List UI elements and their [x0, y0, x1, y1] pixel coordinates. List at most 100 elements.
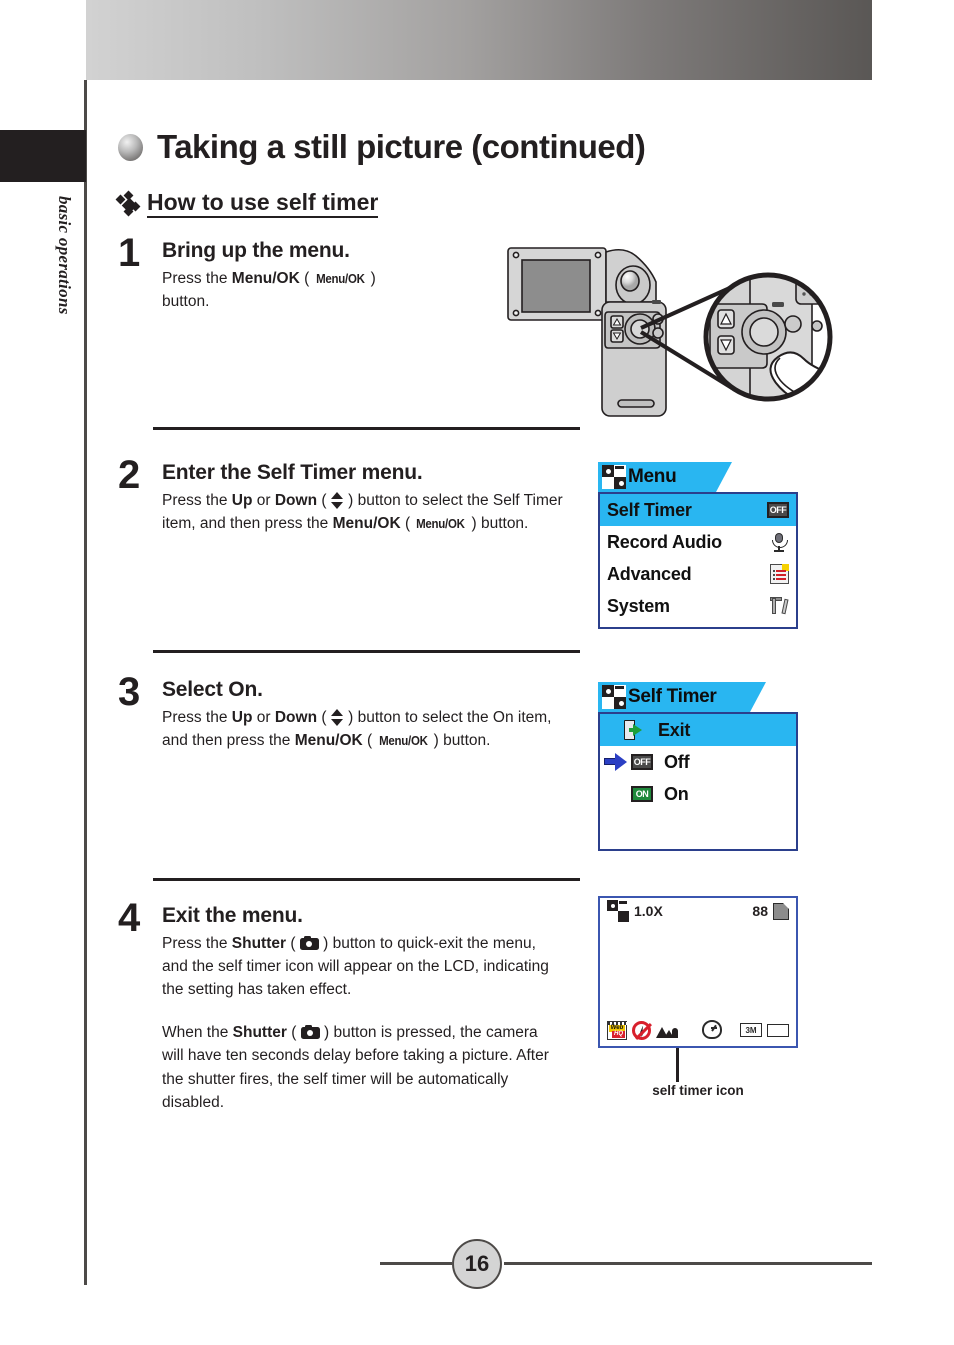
shutter-camera-icon — [300, 1025, 320, 1040]
step-4-bold-shutter: Shutter — [231, 935, 287, 953]
resolution-badge-icon: 3M — [740, 1023, 762, 1037]
memory-card-icon — [773, 902, 789, 920]
step-3-t5: ( — [362, 732, 377, 750]
list-page-icon — [770, 564, 789, 584]
microphone-icon — [769, 532, 789, 552]
step-divider-2 — [153, 650, 580, 653]
step-1-number: 1 — [118, 231, 141, 275]
section-heading-row: How to use self timer — [115, 189, 379, 219]
self-timer-screen: Self Timer Exit OFF Off ON On — [598, 682, 798, 851]
web-hq-icon: Web HQ — [607, 1020, 628, 1040]
self-timer-option-label: On — [664, 783, 689, 804]
self-timer-option-on[interactable]: ON On — [600, 778, 796, 810]
paren-open: ( — [304, 270, 314, 288]
footer-rule-left — [380, 1262, 452, 1265]
self-timer-screen-tab-label: Self Timer — [628, 686, 717, 707]
step-4-p2a: When the — [162, 1024, 233, 1042]
self-timer-option-exit[interactable]: Exit — [600, 714, 796, 746]
step-4-heading: Exit the menu. — [162, 904, 303, 927]
step-1-t2: button. — [162, 293, 210, 311]
step-1-bold-menuok: Menu/OK — [231, 270, 300, 288]
page-title-row: Taking a still picture (continued) — [118, 128, 646, 166]
menu-screen-tab: Menu — [598, 462, 732, 492]
step-3-text: Press the Up or Down ( ) button to selec… — [162, 706, 554, 752]
exit-door-icon — [624, 720, 646, 740]
sphere-bullet-icon — [118, 133, 143, 161]
camera-illustration — [500, 240, 850, 430]
paren-close: ) — [366, 270, 376, 288]
footer-rule-right — [504, 1262, 872, 1265]
menu-item-label: Record Audio — [607, 531, 722, 552]
step-3-bold-down: Down — [274, 709, 318, 727]
step-4-p1c: ( — [286, 935, 300, 953]
left-vertical-rule — [84, 80, 87, 1285]
menu-item-system[interactable]: System — [600, 590, 796, 622]
scene-mode-icon — [656, 1022, 678, 1038]
step-3-heading: Select On. — [162, 678, 263, 701]
zoom-level-label: 1.0X — [634, 903, 663, 919]
step-2-bold-up: Up — [231, 492, 253, 510]
menuok-button-badge: Menu/OK — [378, 734, 428, 749]
sidebar-section-label: basic operations — [55, 196, 74, 315]
diamond-bullet-icon — [115, 190, 141, 217]
lcd-status-bar-bottom: Web HQ 3M — [600, 1018, 796, 1042]
page-number: 16 — [452, 1239, 502, 1289]
step-2-text: Press the Up or Down ( ) button to selec… — [162, 489, 582, 535]
camera-mode-icon — [607, 900, 629, 922]
menu-item-label: Self Timer — [607, 499, 692, 520]
self-timer-option-label: Off — [664, 751, 690, 772]
step-2-t2: or — [252, 492, 275, 510]
self-timer-icon-caption: self timer icon — [652, 1083, 744, 1098]
self-timer-option-list: Exit OFF Off ON On — [598, 712, 798, 851]
self-timer-option-off[interactable]: OFF Off — [600, 746, 796, 778]
menu-screen-tab-label: Menu — [628, 466, 677, 487]
camera-mode-icon — [602, 685, 626, 709]
menu-item-record-audio[interactable]: Record Audio — [600, 526, 796, 558]
shots-remaining-label: 88 — [752, 903, 768, 919]
menu-screen: Menu Self Timer OFF Record Audio Advance… — [598, 462, 798, 629]
up-down-arrows-icon — [330, 492, 344, 510]
self-timer-icon — [700, 1018, 724, 1042]
no-flash-icon — [632, 1020, 652, 1040]
step-2-t1: Press the — [162, 492, 232, 510]
step-2-heading: Enter the Self Timer menu. — [162, 461, 423, 484]
lcd-status-bar-top: 1.0X 88 — [600, 898, 796, 924]
selection-cursor-icon — [604, 753, 628, 771]
menuok-button-badge: Menu/OK — [416, 517, 466, 532]
step-3-number: 3 — [118, 670, 141, 714]
self-timer-screen-tab: Self Timer — [598, 682, 766, 712]
step-4-number: 4 — [118, 896, 141, 940]
step-4-paragraph-1: Press the Shutter ( ) button to quick-ex… — [162, 932, 562, 1001]
step-3-t6: ) button. — [429, 732, 491, 750]
menu-item-advanced[interactable]: Advanced — [600, 558, 796, 590]
step-3-bold-menuok: Menu/OK — [294, 732, 363, 750]
step-3-t1: Press the — [162, 709, 232, 727]
step-2-t3: ( — [317, 492, 331, 510]
menu-item-label: System — [607, 595, 670, 616]
header-gradient-band — [86, 0, 872, 80]
menu-item-self-timer[interactable]: Self Timer OFF — [600, 494, 796, 526]
shutter-camera-icon — [299, 936, 319, 951]
camera-mode-icon — [602, 465, 626, 489]
caption-leader-line — [676, 1048, 679, 1082]
off-badge-icon: OFF — [631, 754, 653, 770]
step-3-t2: or — [252, 709, 275, 727]
off-badge-icon: OFF — [767, 502, 789, 518]
page-title: Taking a still picture (continued) — [157, 128, 646, 165]
step-2-t6: ) button. — [467, 515, 529, 533]
step-4-bold-shutter: Shutter — [232, 1024, 287, 1042]
step-4-text: Press the Shutter ( ) button to quick-ex… — [162, 932, 562, 1114]
menu-item-label: Advanced — [607, 563, 692, 584]
step-3-t3: ( — [317, 709, 331, 727]
step-2-t5: ( — [400, 515, 415, 533]
sidebar-tab-block — [0, 130, 86, 182]
step-2-bold-down: Down — [274, 492, 318, 510]
up-down-arrows-icon — [330, 709, 344, 727]
lcd-preview-screen: 1.0X 88 Web HQ 3M — [598, 896, 798, 1048]
step-2-bold-menuok: Menu/OK — [332, 515, 401, 533]
step-4-paragraph-2: When the Shutter ( ) button is pressed, … — [162, 1021, 562, 1113]
step-4-p1a: Press the — [162, 935, 232, 953]
step-2-number: 2 — [118, 453, 141, 497]
menu-screen-list: Self Timer OFF Record Audio Advanced Sys… — [598, 492, 798, 629]
battery-icon — [767, 1023, 789, 1037]
